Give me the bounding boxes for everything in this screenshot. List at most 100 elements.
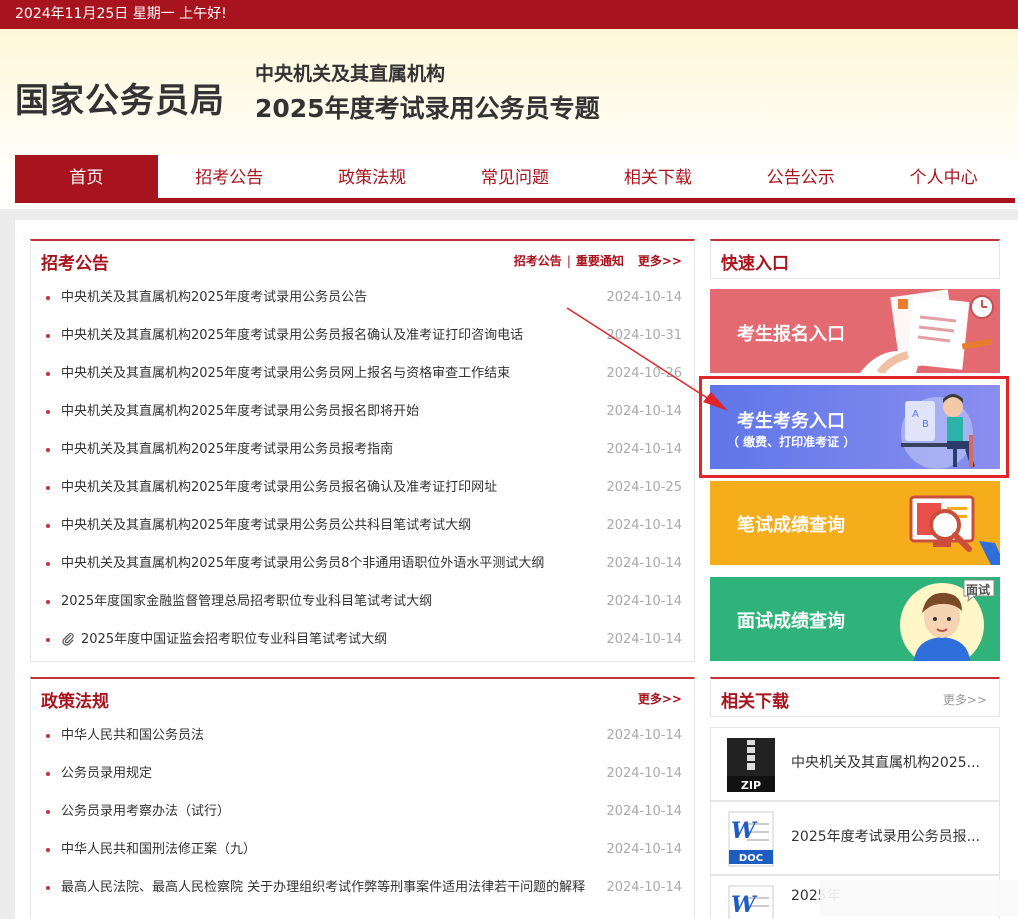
nav-downloads[interactable]: 相关下载	[586, 155, 729, 203]
doc-file-label: DOC	[739, 853, 763, 864]
nav-home[interactable]: 首页	[15, 155, 158, 203]
list-item: 中央机关及其直属机构2025年度考试录用公务员报考指南 2024-10-14	[31, 431, 694, 469]
list-item: 中央机关及其直属机构2025年度考试录用公务员报名即将开始 2024-10-14	[31, 393, 694, 431]
list-item-link[interactable]: 中央机关及其直属机构2025年度考试录用公务员公共科目笔试考试大纲	[61, 507, 471, 545]
interview-badge-text: 面试	[966, 583, 991, 597]
written-score-query-label: 笔试成绩查询	[737, 515, 845, 536]
bullet-icon	[46, 848, 50, 852]
link-important-notices[interactable]: 重要通知	[576, 254, 624, 268]
list-item-link[interactable]: 2025年度国家金融监督管理总局招考职位专业科目笔试考试大纲	[61, 583, 432, 621]
list-item: 2025年度中国证监会招考职位专业科目笔试考试大纲 2024-10-14	[31, 621, 694, 659]
list-item: 2025年度国家金融监督管理总局招考职位专业科目笔试考试大纲 2024-10-14	[31, 583, 694, 621]
main-nav: 首页 招考公告 政策法规 常见问题 相关下载 公告公示 个人中心	[15, 155, 1015, 203]
bullet-icon	[46, 810, 50, 814]
announcements-links: 招考公告 | 重要通知 更多>>	[514, 252, 682, 269]
site-logo[interactable]: 国家公务员局	[15, 73, 225, 122]
date-greeting: 2024年11月25日 星期一 上午好!	[15, 6, 227, 22]
link-announcements[interactable]: 招考公告	[514, 254, 562, 268]
policies-header: 政策法规 更多>>	[31, 679, 694, 717]
policies-list: 中华人民共和国公务员法 2024-10-14 公务员录用规定 2024-10-14 …	[31, 717, 694, 907]
list-item-link[interactable]: 中华人民共和国公务员法	[61, 717, 204, 755]
list-item-link[interactable]: 中央机关及其直属机构2025年度考试录用公务员报名确认及准考证打印咨询电话	[61, 317, 523, 355]
announcements-header: 招考公告 招考公告 | 重要通知 更多>>	[31, 241, 694, 279]
list-item-link[interactable]: 2025年度中国证监会招考职位专业科目笔试考试大纲	[81, 621, 387, 659]
bullet-icon	[46, 448, 50, 452]
policies-more-link[interactable]: 更多>>	[638, 692, 682, 706]
nav-announcements[interactable]: 招考公告	[158, 155, 301, 203]
bullet-icon	[46, 410, 50, 414]
policies-links: 更多>>	[638, 690, 682, 707]
bullet-icon	[46, 296, 50, 300]
bullet-icon	[46, 524, 50, 528]
list-item-link[interactable]: 中华人民共和国刑法修正案（九）	[61, 831, 256, 869]
list-item-date: 2024-10-26	[606, 366, 682, 381]
word-doc-icon: W	[728, 885, 774, 919]
list-item-date: 2024-10-14	[606, 290, 682, 305]
announcements-title: 招考公告	[41, 254, 109, 274]
list-item: 中华人民共和国刑法修正案（九） 2024-10-14	[31, 831, 694, 869]
list-item: 最高人民法院、最高人民检察院 关于办理组织考试作弊等刑事案件适用法律若干问题的解…	[31, 869, 694, 907]
bullet-icon	[46, 734, 50, 738]
highlight-box	[699, 376, 1009, 478]
list-item-link[interactable]: 中央机关及其直属机构2025年度考试录用公务员报名即将开始	[61, 393, 419, 431]
download-item-name: 2025年度考试录用公务员报...	[791, 829, 980, 845]
interview-score-query-button[interactable]: 面试成绩查询 面试	[710, 577, 1000, 661]
list-item-date: 2024-10-14	[606, 880, 682, 895]
bullet-icon	[46, 638, 50, 642]
written-score-query-button[interactable]: 笔试成绩查询	[710, 481, 1000, 565]
bullet-icon	[46, 772, 50, 776]
list-item-date: 2024-10-14	[606, 518, 682, 533]
list-item: 中华人民共和国公务员法 2024-10-14	[31, 717, 694, 755]
list-item-date: 2024-10-14	[606, 594, 682, 609]
svg-text:W: W	[731, 818, 758, 844]
list-item: 中央机关及其直属机构2025年度考试录用公务员公告 2024-10-14	[31, 279, 694, 317]
list-item-date: 2024-10-14	[606, 632, 682, 647]
announcements-list: 中央机关及其直属机构2025年度考试录用公务员公告 2024-10-14 中央机关…	[31, 279, 694, 659]
zip-file-icon: ZIP	[727, 738, 775, 792]
download-item[interactable]: ZIP 中央机关及其直属机构2025...	[710, 727, 1000, 801]
link-separator: |	[566, 254, 571, 268]
nav-faq[interactable]: 常见问题	[444, 155, 587, 203]
quick-entry-header: 快速入口	[710, 239, 1000, 279]
bullet-icon	[46, 372, 50, 376]
announcements-more-link[interactable]: 更多>>	[638, 254, 682, 268]
word-doc-icon: W DOC	[728, 811, 774, 867]
list-item-link[interactable]: 中央机关及其直属机构2025年度考试录用公务员报名确认及准考证打印网址	[61, 469, 497, 507]
nav-notices[interactable]: 公告公示	[729, 155, 872, 203]
list-item: 中央机关及其直属机构2025年度考试录用公务员网上报名与资格审查工作结束 2024…	[31, 355, 694, 393]
downloads-header: 相关下载 更多>>	[710, 677, 1000, 717]
header-subtitle: 中央机关及其直属机构	[255, 63, 446, 85]
list-item-link[interactable]: 公务员录用考察办法（试行）	[61, 793, 230, 831]
list-item-link[interactable]: 最高人民法院、最高人民检察院 关于办理组织考试作弊等刑事案件适用法律若干问题的解…	[61, 869, 585, 907]
list-item-link[interactable]: 中央机关及其直属机构2025年度考试录用公务员8个非通用语职位外语水平测试大纲	[61, 545, 544, 583]
application-form-icon	[860, 289, 994, 373]
downloads-more-link[interactable]: 更多>>	[943, 691, 987, 708]
interview-score-query-label: 面试成绩查询	[737, 611, 845, 632]
list-item-date: 2024-10-14	[606, 842, 682, 857]
list-item-date: 2024-10-25	[606, 480, 682, 495]
downloads-title: 相关下载	[721, 692, 789, 712]
nav-personal-center[interactable]: 个人中心	[872, 155, 1015, 203]
svg-text:W: W	[731, 892, 758, 918]
list-item: 中央机关及其直属机构2025年度考试录用公务员公共科目笔试考试大纲 2024-10…	[31, 507, 694, 545]
list-item: 公务员录用规定 2024-10-14	[31, 755, 694, 793]
list-item-date: 2024-10-14	[606, 728, 682, 743]
list-item-link[interactable]: 中央机关及其直属机构2025年度考试录用公务员网上报名与资格审查工作结束	[61, 355, 510, 393]
list-item-link[interactable]: 中央机关及其直属机构2025年度考试录用公务员公告	[61, 279, 367, 317]
list-item: 中央机关及其直属机构2025年度考试录用公务员报名确认及准考证打印网址 2024-…	[31, 469, 694, 507]
download-item[interactable]: W DOC 2025年度考试录用公务员报...	[710, 801, 1000, 875]
monitor-magnifier-icon	[909, 495, 1000, 565]
bullet-icon	[46, 486, 50, 490]
list-item-date: 2024-10-14	[606, 804, 682, 819]
policies-panel: 政策法规 更多>> 中华人民共和国公务员法 2024-10-14 公务员录用规定 2…	[30, 677, 695, 919]
registration-entry-label: 考生报名入口	[737, 324, 845, 345]
list-item-date: 2024-10-14	[606, 404, 682, 419]
list-item-date: 2024-10-14	[606, 556, 682, 571]
registration-entry-button[interactable]: 考生报名入口	[710, 289, 1000, 373]
nav-policies[interactable]: 政策法规	[301, 155, 444, 203]
list-item: 中央机关及其直属机构2025年度考试录用公务员8个非通用语职位外语水平测试大纲 2…	[31, 545, 694, 583]
list-item-link[interactable]: 公务员录用规定	[61, 755, 152, 793]
list-item-link[interactable]: 中央机关及其直属机构2025年度考试录用公务员报考指南	[61, 431, 393, 469]
header-title: 2025年度考试录用公务员专题	[255, 94, 600, 123]
quick-entry-title: 快速入口	[721, 254, 789, 274]
